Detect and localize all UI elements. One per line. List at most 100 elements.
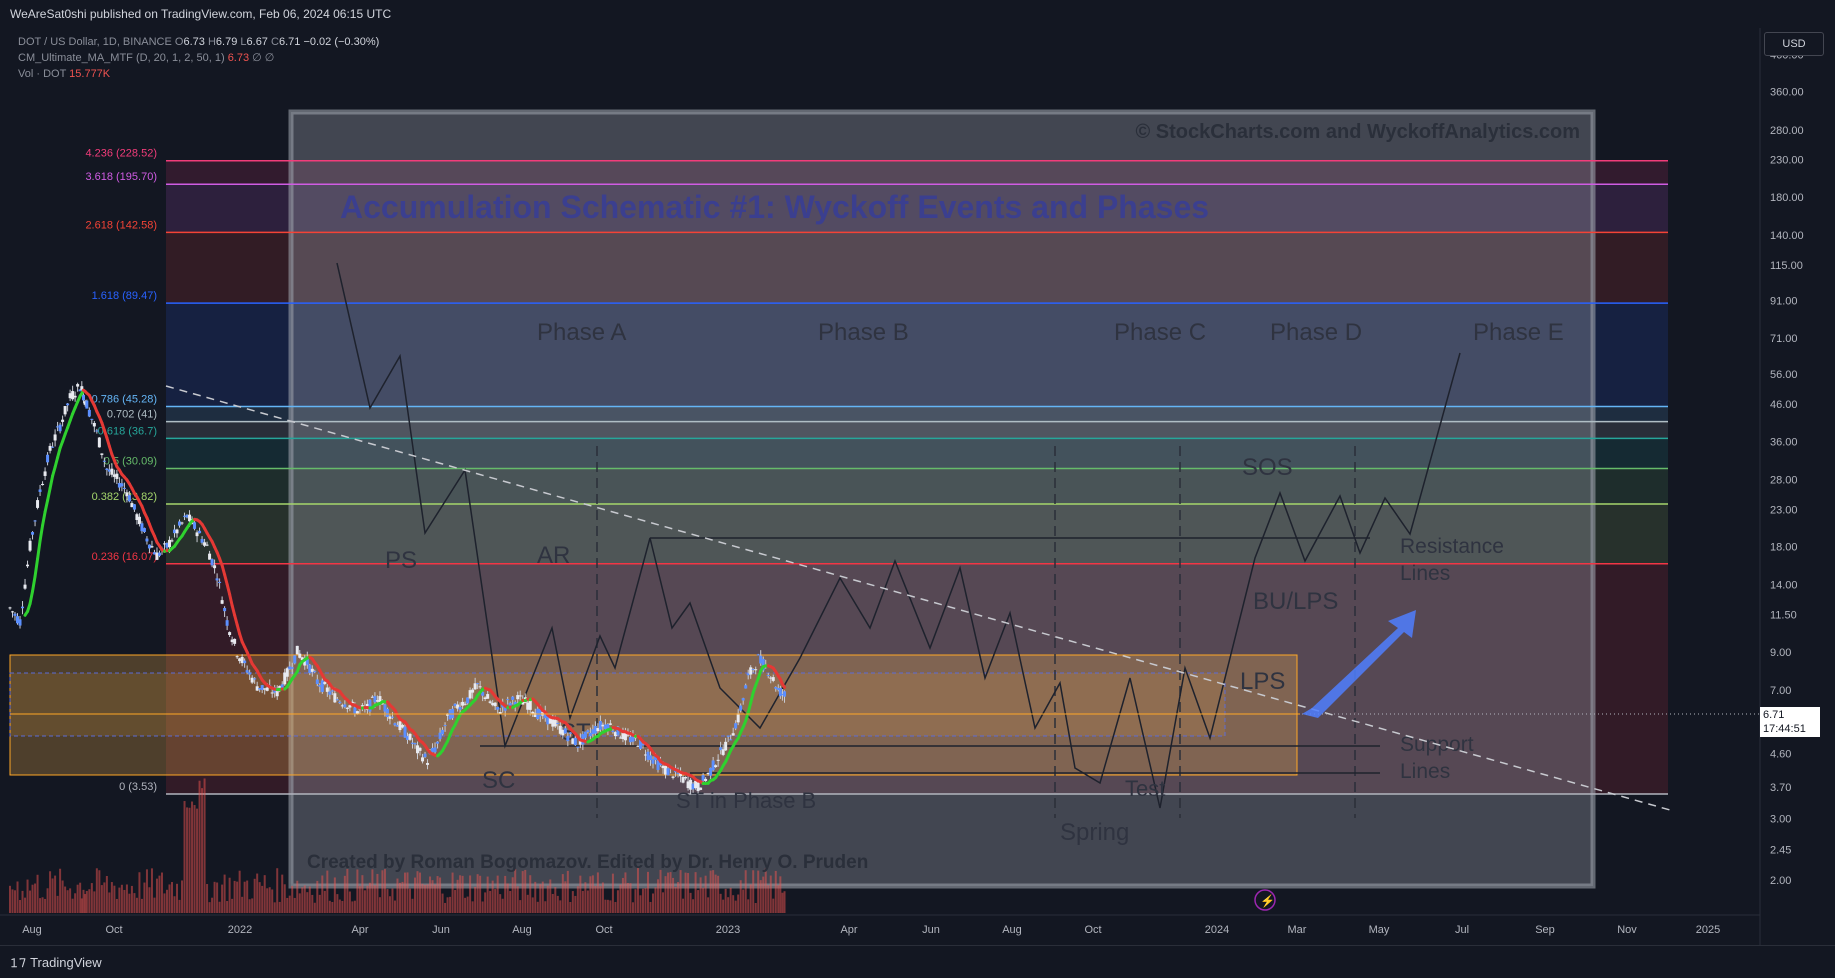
volume-bar (597, 872, 599, 913)
volume-bar (219, 902, 221, 913)
price-tick-label: 7.00 (1770, 685, 1791, 697)
volume-bar (484, 892, 486, 913)
candle-body (171, 540, 174, 541)
volume-bar (464, 898, 466, 913)
candle-body (213, 565, 216, 568)
volume-bar (341, 901, 343, 913)
candle-body (41, 484, 44, 485)
volume-bar (639, 895, 641, 913)
candle-body (143, 528, 146, 532)
candle-body (684, 777, 687, 778)
time-tick-label: Jun (432, 924, 450, 936)
volume-bar (351, 901, 353, 913)
volume-bar (652, 893, 654, 913)
candle-body (749, 667, 752, 674)
candle-body (348, 705, 351, 707)
volume-bar (742, 890, 744, 913)
volume-bar (730, 888, 732, 913)
volume-bar (52, 878, 54, 913)
volume-bar (419, 873, 421, 913)
event-test: Test (1125, 776, 1165, 801)
volume-bar (356, 869, 358, 913)
volume-bar (42, 897, 44, 913)
volume-bar (557, 896, 559, 913)
candle (321, 678, 324, 693)
candle-body (291, 667, 294, 669)
volume-bar (281, 875, 283, 913)
volume-bar (444, 903, 446, 913)
volume-bar (747, 899, 749, 913)
volume-bar (494, 889, 496, 913)
volume-bar (587, 890, 589, 913)
candle (59, 423, 62, 434)
volume-bar (489, 891, 491, 913)
time-tick-label: Apr (351, 924, 368, 936)
candle-body (123, 488, 126, 489)
candle-body (243, 661, 246, 664)
volume-bar (544, 901, 546, 913)
volume-bar (86, 891, 88, 913)
volume-bar (765, 869, 767, 913)
time-axis[interactable]: AugOct2022AprJunAugOct2023AprJunAugOct20… (22, 924, 1720, 936)
currency-selector[interactable]: USD (1764, 32, 1824, 56)
volume-bar (266, 888, 268, 913)
price-tick-label: 14.00 (1770, 580, 1798, 592)
volume-bar (209, 902, 211, 913)
candle-body (103, 461, 106, 462)
volume-bar (74, 893, 76, 913)
volume-bar (449, 897, 451, 913)
volume-bar (27, 880, 29, 913)
volume-bar (552, 894, 554, 913)
ma-segment (38, 541, 41, 559)
candle-body (779, 688, 782, 696)
volume-bar (399, 883, 401, 913)
candle-body (714, 765, 717, 767)
volume-bar (123, 890, 125, 913)
volume-bar (509, 891, 511, 913)
volume-bar (286, 898, 288, 913)
candle-body (90, 419, 93, 420)
candle-body (198, 531, 201, 533)
volume-bar (309, 886, 311, 913)
candle-body (739, 706, 742, 711)
volume-bar (781, 893, 783, 913)
publish-header: WeAreSat0shi published on TradingView.co… (0, 0, 1835, 28)
volume-bar (364, 890, 366, 913)
price-tick-label: 36.00 (1770, 436, 1798, 448)
volume-bar (472, 901, 474, 913)
volume-bar (17, 881, 19, 913)
candle (21, 601, 24, 614)
candle-body (44, 471, 47, 476)
brand-name: TradingView (30, 955, 102, 970)
volume-bar (316, 881, 318, 913)
volume-bar (118, 888, 120, 913)
volume-bar (770, 876, 772, 913)
event-sc: SC (482, 767, 515, 794)
volume-bar (116, 899, 118, 913)
volume-bar (67, 890, 69, 913)
volume-bar (126, 884, 128, 913)
volume-bar (171, 882, 173, 913)
event-sos: SOS (1242, 454, 1293, 481)
volume-bar (427, 884, 429, 913)
volume-bar (642, 889, 644, 913)
last-price-tag: 6.71 17:44:51 (1760, 707, 1820, 737)
time-tick-label: Jun (922, 924, 940, 936)
volume-bar (299, 893, 301, 913)
volume-bar (166, 890, 168, 913)
volume-bar (677, 882, 679, 913)
candle-body (474, 683, 477, 689)
price-chart[interactable]: 4.236 (228.52)3.618 (195.70)2.618 (142.5… (0, 28, 1835, 945)
volume-bar (784, 891, 786, 913)
volume-bar (507, 883, 509, 913)
tradingview-logo[interactable]: 𝟷𝟽 TradingView (10, 955, 102, 971)
candle-body (26, 565, 29, 567)
price-axis[interactable]: 460.00360.00280.00230.00180.00140.00115.… (1770, 49, 1804, 887)
volume-bar (19, 900, 21, 913)
volume-bar (236, 882, 238, 913)
volume-bar (705, 876, 707, 913)
candle (24, 579, 27, 590)
candle-body (323, 682, 326, 684)
time-tick-label: Jul (1455, 924, 1469, 936)
volume-bar (549, 879, 551, 913)
